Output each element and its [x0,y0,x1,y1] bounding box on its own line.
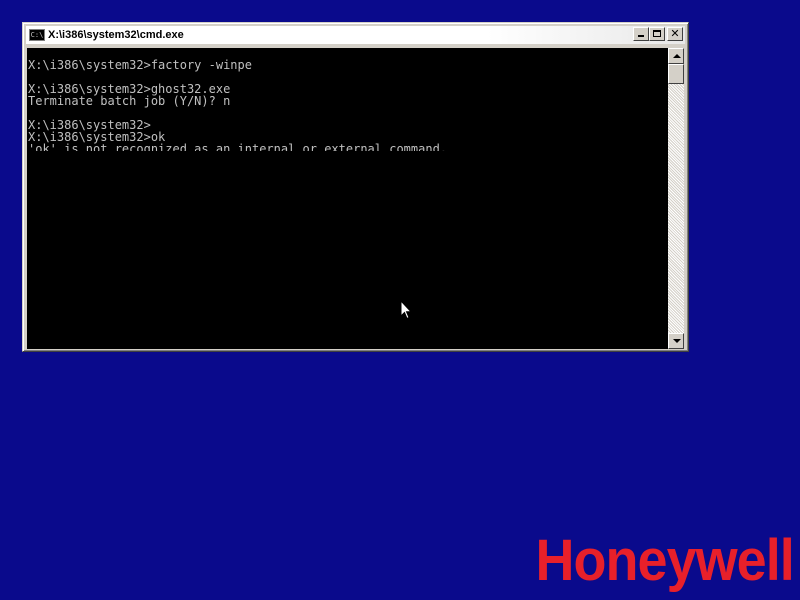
desktop: C:\ X:\i386\system32\cmd.exe ✕ X:\i386\s… [0,0,800,600]
title-bar[interactable]: C:\ X:\i386\system32\cmd.exe ✕ [26,26,685,44]
console-line: X:\i386\system32>ok [28,130,166,144]
console-line: 'ok' is not recognized as an internal or… [28,143,448,151]
console-line: X:\i386\system32>factory -winpe [28,58,252,72]
minimize-icon [638,35,644,37]
maximize-button[interactable] [649,27,665,41]
arrow-up-icon [673,54,681,58]
window-title: X:\i386\system32\cmd.exe [48,29,184,41]
scrollbar-thumb[interactable] [668,64,684,84]
close-button[interactable]: ✕ [667,27,683,41]
arrow-down-icon [673,339,681,343]
console-icon[interactable]: C:\ [29,29,45,41]
scroll-up-button[interactable] [668,48,684,64]
honeywell-logo: Honeywell [535,528,795,593]
console-line: Terminate batch job (Y/N)? n [28,94,231,108]
mouse-pointer-icon [400,300,412,320]
maximize-icon [653,30,661,37]
close-icon: ✕ [670,27,680,40]
console-lines: X:\i386\system32>factory -winpe X:\i386\… [28,59,447,151]
minimize-button[interactable] [633,27,649,41]
cmd-window[interactable]: C:\ X:\i386\system32\cmd.exe ✕ X:\i386\s… [22,22,689,352]
scroll-down-button[interactable] [668,333,684,349]
console-output[interactable]: X:\i386\system32>factory -winpe X:\i386\… [27,48,668,349]
window-controls: ✕ [633,27,683,41]
vertical-scrollbar[interactable] [668,48,684,349]
